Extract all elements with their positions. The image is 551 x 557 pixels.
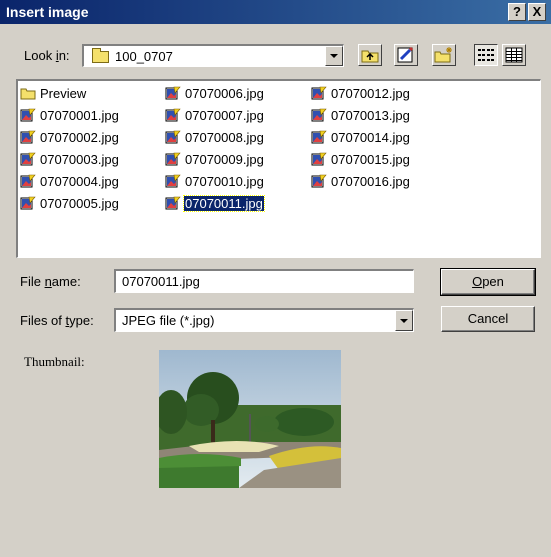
file-label: 07070008.jpg bbox=[185, 129, 264, 145]
file-list[interactable]: Preview 07070001.jpg 07070002.jpg 07070003.… bbox=[16, 79, 541, 258]
image-file-icon bbox=[165, 152, 181, 166]
file-label: 07070007.jpg bbox=[185, 107, 264, 123]
file-item[interactable]: 07070004.jpg bbox=[20, 172, 120, 190]
thumbnail-label: Thumbnail: bbox=[24, 354, 85, 369]
image-file-icon bbox=[311, 130, 327, 144]
image-file-icon bbox=[311, 174, 327, 188]
file-label: 07070009.jpg bbox=[185, 151, 264, 167]
files-of-type-dropdown-arrow[interactable] bbox=[395, 310, 413, 331]
file-item[interactable]: 07070009.jpg bbox=[165, 150, 265, 168]
folder-item[interactable]: Preview bbox=[20, 84, 87, 102]
new-folder-button[interactable] bbox=[432, 44, 456, 66]
file-item[interactable]: 07070005.jpg bbox=[20, 194, 120, 212]
help-button[interactable]: ? bbox=[508, 3, 526, 21]
look-in-value: 100_0707 bbox=[115, 49, 173, 64]
file-label: 07070003.jpg bbox=[40, 151, 119, 167]
file-label: 07070002.jpg bbox=[40, 129, 119, 145]
file-label: 07070014.jpg bbox=[331, 129, 410, 145]
file-item[interactable]: 07070015.jpg bbox=[311, 150, 411, 168]
list-view-button[interactable] bbox=[474, 44, 498, 66]
file-label: 07070001.jpg bbox=[40, 107, 119, 123]
file-label: 07070006.jpg bbox=[185, 85, 264, 101]
file-label: 07070004.jpg bbox=[40, 173, 119, 189]
image-file-icon bbox=[20, 174, 36, 188]
thumbnail-image bbox=[155, 350, 341, 488]
list-view-icon bbox=[478, 49, 494, 61]
window-title: Insert image bbox=[6, 4, 89, 20]
image-file-icon bbox=[20, 196, 36, 210]
file-item[interactable]: 07070006.jpg bbox=[165, 84, 265, 102]
file-item[interactable]: 07070010.jpg bbox=[165, 172, 265, 190]
folder-icon bbox=[20, 88, 36, 100]
image-file-icon bbox=[20, 130, 36, 144]
open-button[interactable]: Open bbox=[440, 268, 536, 296]
file-item[interactable]: 07070011.jpg bbox=[165, 194, 265, 212]
image-file-icon bbox=[311, 108, 327, 122]
file-item[interactable]: 07070014.jpg bbox=[311, 128, 411, 146]
sketch-button[interactable] bbox=[394, 44, 418, 66]
image-file-icon bbox=[165, 130, 181, 144]
details-view-button[interactable] bbox=[502, 44, 526, 66]
image-file-icon bbox=[165, 86, 181, 100]
image-file-icon bbox=[20, 152, 36, 166]
files-of-type-label: Files of type: bbox=[20, 313, 94, 328]
file-item[interactable]: 07070016.jpg bbox=[311, 172, 411, 190]
file-item[interactable]: 07070012.jpg bbox=[311, 84, 411, 102]
close-button[interactable]: X bbox=[528, 3, 546, 21]
file-item[interactable]: 07070002.jpg bbox=[20, 128, 120, 146]
image-file-icon bbox=[165, 174, 181, 188]
up-one-level-icon bbox=[361, 50, 379, 63]
file-name-label: File name: bbox=[20, 274, 81, 289]
file-item[interactable]: 07070008.jpg bbox=[165, 128, 265, 146]
up-one-level-button[interactable] bbox=[358, 44, 382, 66]
folder-icon bbox=[92, 48, 109, 63]
file-name-value: 07070011.jpg bbox=[122, 274, 200, 289]
file-label: 07070016.jpg bbox=[331, 173, 410, 189]
look-in-combo[interactable]: 100_0707 bbox=[82, 44, 344, 67]
file-label: 07070011.jpg bbox=[183, 194, 265, 212]
title-bar: Insert image ? X bbox=[0, 0, 551, 24]
image-file-icon bbox=[165, 196, 181, 210]
file-label: 07070012.jpg bbox=[331, 85, 410, 101]
cancel-button[interactable]: Cancel bbox=[441, 306, 535, 332]
file-label: 07070015.jpg bbox=[331, 151, 410, 167]
image-file-icon bbox=[311, 86, 327, 100]
files-of-type-select[interactable]: JPEG file (*.jpg) bbox=[114, 308, 414, 332]
file-item[interactable]: 07070001.jpg bbox=[20, 106, 120, 124]
file-item[interactable]: 07070003.jpg bbox=[20, 150, 120, 168]
look-in-label: Look in: bbox=[24, 48, 70, 63]
file-item[interactable]: 07070013.jpg bbox=[311, 106, 411, 124]
file-label: 07070010.jpg bbox=[185, 173, 264, 189]
file-item[interactable]: 07070007.jpg bbox=[165, 106, 265, 124]
new-folder-icon bbox=[434, 47, 452, 63]
image-file-icon bbox=[165, 108, 181, 122]
details-view-icon bbox=[505, 47, 523, 63]
file-label: Preview bbox=[40, 85, 87, 101]
file-label: 07070013.jpg bbox=[331, 107, 410, 123]
file-name-input[interactable]: 07070011.jpg bbox=[114, 269, 414, 293]
files-of-type-value: JPEG file (*.jpg) bbox=[122, 313, 215, 328]
image-file-icon bbox=[20, 108, 36, 122]
file-label: 07070005.jpg bbox=[40, 195, 119, 211]
sketch-icon bbox=[397, 46, 414, 63]
look-in-dropdown-arrow[interactable] bbox=[325, 46, 343, 66]
image-file-icon bbox=[311, 152, 327, 166]
